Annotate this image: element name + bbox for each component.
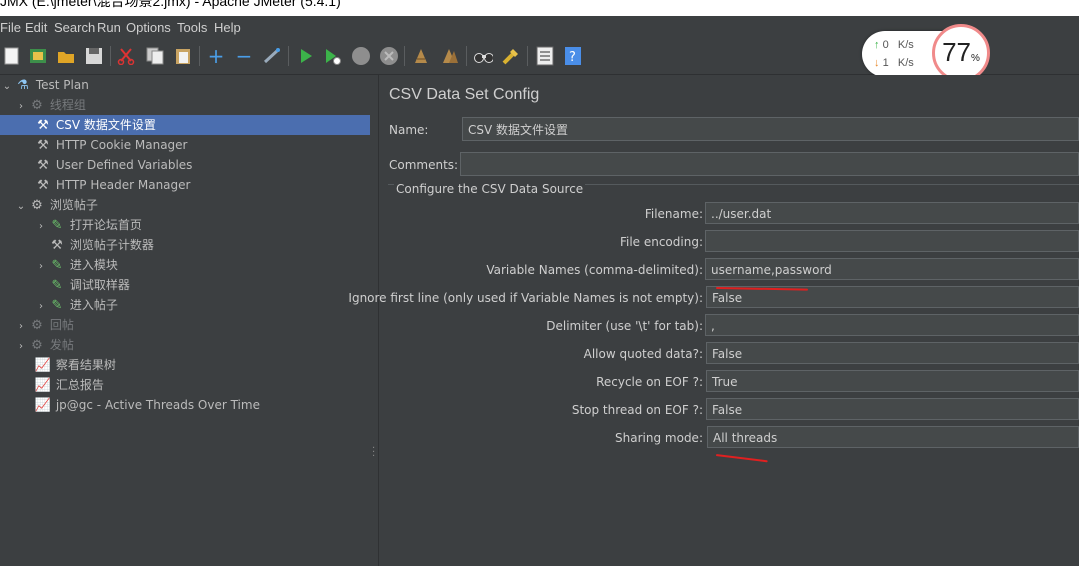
tools-icon: ⚒ — [37, 158, 49, 173]
tree-item-enter-post[interactable]: › ✎ 进入帖子 — [34, 295, 370, 315]
sharing-mode-label: Sharing mode: — [615, 431, 703, 445]
splitter-grip-icon: · · · — [372, 443, 376, 462]
save-icon[interactable] — [84, 46, 104, 66]
tools-icon: ⚒ — [51, 238, 63, 253]
memory-gauge[interactable]: 77% — [932, 24, 990, 82]
allow-quoted-label: Allow quoted data?: — [583, 347, 703, 361]
tools-icon: ⚒ — [37, 118, 49, 133]
pipette-icon: ✎ — [51, 218, 63, 233]
comments-label: Comments: — [389, 158, 459, 172]
tree-item-thread-group-disabled[interactable]: › ⚙ 线程组 — [14, 95, 370, 115]
stop-thread-eof-select[interactable]: False — [706, 398, 1079, 420]
tree-item-summary-report[interactable]: 📈 汇总报告 — [34, 375, 370, 395]
tree-item-user-defined-variables[interactable]: ⚒ User Defined Variables — [34, 155, 370, 175]
annotation-underline-sharing — [715, 454, 768, 463]
toggle-icon[interactable] — [262, 46, 282, 66]
variable-names-field[interactable]: username,password — [705, 258, 1079, 280]
variable-names-label: Variable Names (comma-delimited): — [486, 263, 703, 277]
ignore-first-line-label: Ignore first line (only used if Variable… — [348, 291, 703, 305]
file-encoding-label: File encoding: — [619, 235, 703, 249]
pipette-icon: ✎ — [51, 258, 63, 273]
tree-item-browse-posts[interactable]: ⌄ ⚙ 浏览帖子 — [14, 195, 370, 215]
delimiter-label: Delimiter (use '\t' for tab): — [546, 319, 703, 333]
down-arrow-icon: ↓ — [874, 57, 880, 69]
name-field[interactable]: CSV 数据文件设置 — [462, 117, 1079, 141]
sharing-mode-select[interactable]: All threads — [707, 426, 1079, 448]
tree-item-open-forum-home[interactable]: › ✎ 打开论坛首页 — [34, 215, 370, 235]
expand-icon[interactable]: + — [206, 44, 226, 68]
stop-thread-eof-label: Stop thread on EOF ?: — [571, 403, 703, 417]
tree-item-test-plan[interactable]: ⌄ ⚗ Test Plan — [0, 75, 370, 95]
pipette-icon: ✎ — [51, 298, 63, 313]
recycle-eof-select[interactable]: True — [706, 370, 1079, 392]
menu-run[interactable]: Run — [97, 20, 121, 35]
shutdown-icon[interactable] — [379, 46, 399, 66]
tree-item-reply-disabled[interactable]: › ⚙ 回帖 — [14, 315, 370, 335]
window-title-bar: JMX (E:\jmeter\混合场景2.jmx) - Apache JMete… — [0, 0, 1079, 16]
open-icon[interactable] — [56, 46, 76, 66]
chart-icon: 📈 — [34, 378, 52, 393]
csv-config-panel: CSV Data Set Config Name: CSV 数据文件设置 Com… — [348, 75, 1079, 566]
comments-field[interactable] — [460, 152, 1079, 176]
menu-help[interactable]: Help — [214, 20, 241, 35]
svg-text:?: ? — [569, 50, 576, 65]
allow-quoted-select[interactable]: False — [706, 342, 1079, 364]
menu-options[interactable]: Options — [126, 20, 171, 35]
menu-edit[interactable]: Edit — [25, 20, 47, 35]
up-arrow-icon: ↑ — [874, 39, 880, 51]
test-plan-tree: ⌄ ⚗ Test Plan › ⚙ 线程组 ⚒ CSV 数据文件设置 ⚒ HTTP … — [0, 75, 370, 566]
reset-search-icon[interactable] — [501, 46, 521, 66]
copy-icon[interactable] — [145, 46, 165, 66]
filename-field[interactable]: ../user.dat — [705, 202, 1079, 224]
menu-file[interactable]: File — [0, 20, 21, 35]
download-speed: ↓ 1 K/s — [874, 57, 914, 69]
tree-item-csv-data-set[interactable]: ⚒ CSV 数据文件设置 — [0, 115, 370, 135]
menu-tools[interactable]: Tools — [177, 20, 207, 35]
tools-icon: ⚒ — [37, 138, 49, 153]
stop-icon[interactable] — [351, 46, 371, 66]
gear-icon: ⚙ — [31, 98, 43, 113]
clear-icon[interactable] — [411, 46, 431, 66]
panel-title: CSV Data Set Config — [389, 86, 540, 103]
start-icon[interactable] — [296, 46, 316, 66]
splitter[interactable]: · · · — [370, 75, 379, 566]
section-title: Configure the CSV Data Source — [394, 182, 586, 196]
tree-item-results-tree[interactable]: 📈 察看结果树 — [34, 355, 370, 375]
delimiter-field[interactable]: , — [705, 314, 1079, 336]
gear-icon: ⚙ — [31, 318, 43, 333]
gear-icon: ⚙ — [31, 198, 43, 213]
tree-item-enter-module[interactable]: › ✎ 进入模块 — [34, 255, 370, 275]
gear-icon: ⚙ — [31, 338, 43, 353]
upload-speed: ↑ 0 K/s — [874, 39, 914, 51]
collapse-icon[interactable]: − — [234, 44, 254, 68]
chart-icon: 📈 — [34, 398, 52, 413]
window-title: JMX (E:\jmeter\混合场景2.jmx) - Apache JMete… — [0, 0, 341, 9]
search-icon[interactable] — [473, 46, 493, 66]
templates-icon[interactable] — [28, 46, 48, 66]
pipette-icon: ✎ — [51, 278, 63, 293]
menu-search[interactable]: Search — [54, 20, 95, 35]
tree-item-active-threads[interactable]: 📈 jp@gc - Active Threads Over Time — [34, 395, 370, 415]
filename-label: Filename: — [644, 207, 703, 221]
tools-icon: ⚒ — [37, 178, 49, 193]
chart-icon: 📈 — [34, 358, 52, 373]
function-helper-icon[interactable] — [535, 46, 555, 66]
name-label: Name: — [389, 123, 429, 137]
tree-item-post-counter[interactable]: ⚒ 浏览帖子计数器 — [48, 235, 370, 255]
start-no-pause-icon[interactable] — [323, 46, 343, 66]
help-icon[interactable]: ? — [563, 46, 583, 66]
flask-icon: ⚗ — [17, 78, 29, 93]
recycle-eof-label: Recycle on EOF ?: — [596, 375, 703, 389]
new-icon[interactable] — [2, 46, 22, 66]
tree-item-cookie-manager[interactable]: ⚒ HTTP Cookie Manager — [34, 135, 370, 155]
paste-icon[interactable] — [173, 46, 193, 66]
tree-item-debug-sampler[interactable]: ✎ 调试取样器 — [48, 275, 370, 295]
cut-icon[interactable] — [116, 46, 136, 66]
file-encoding-field[interactable] — [705, 230, 1079, 252]
tree-item-header-manager[interactable]: ⚒ HTTP Header Manager — [34, 175, 370, 195]
tree-item-new-post-disabled[interactable]: › ⚙ 发帖 — [14, 335, 370, 355]
clear-all-icon[interactable] — [440, 46, 460, 66]
